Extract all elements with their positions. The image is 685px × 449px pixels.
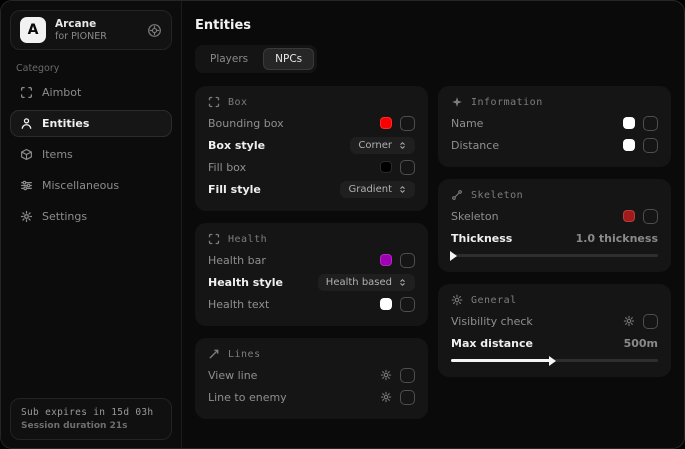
slider-thumb[interactable] xyxy=(549,356,556,366)
sub-expires-text: Sub expires in 15d 03h xyxy=(21,407,161,418)
sidebar: A Arcane for PIONER Category xyxy=(1,1,182,448)
health-bar-checkbox[interactable] xyxy=(400,253,415,268)
entity-type-tabs: Players NPCs xyxy=(195,45,317,73)
distance-checkbox[interactable] xyxy=(643,138,658,153)
entity-person-icon xyxy=(19,117,33,130)
card-title: Information xyxy=(471,97,543,108)
view-line-checkbox[interactable] xyxy=(400,368,415,383)
color-swatch[interactable] xyxy=(380,254,392,266)
package-icon xyxy=(19,148,33,161)
card-lines: Lines View line Line to enemy xyxy=(195,338,428,419)
sidebar-item-label: Aimbot xyxy=(42,86,81,99)
chevron-up-down-icon xyxy=(398,185,407,194)
color-swatch[interactable] xyxy=(380,161,392,173)
card-box: Box Bounding box Box style Corner xyxy=(195,86,428,211)
app-logo: A xyxy=(20,17,46,43)
color-swatch[interactable] xyxy=(623,117,635,129)
sidebar-item-label: Settings xyxy=(42,210,87,223)
card-title: Box xyxy=(228,97,248,108)
fill-style-select[interactable]: Gradient xyxy=(340,181,415,198)
card-title: Skeleton xyxy=(471,190,523,201)
health-style-select[interactable]: Health based xyxy=(318,274,415,291)
gear-icon[interactable] xyxy=(623,315,635,327)
sun-icon xyxy=(451,294,463,306)
setting-row-health-bar: Health bar xyxy=(208,249,415,271)
sidebar-item-entities[interactable]: Entities xyxy=(10,110,172,137)
card-skeleton: Skeleton Skeleton Thickness 1.0 thicknes… xyxy=(438,179,671,272)
name-checkbox[interactable] xyxy=(643,116,658,131)
sidebar-item-label: Entities xyxy=(42,117,89,130)
chevron-up-down-icon xyxy=(398,278,407,287)
color-swatch[interactable] xyxy=(380,117,392,129)
setting-row-box-style: Box style Corner xyxy=(208,134,415,156)
card-health: Health Health bar Health style Health ba… xyxy=(195,223,428,326)
setting-row-fill-style: Fill style Gradient xyxy=(208,178,415,200)
sidebar-item-miscellaneous[interactable]: Miscellaneous xyxy=(10,172,172,199)
sparkle-icon xyxy=(451,96,463,108)
tab-npcs[interactable]: NPCs xyxy=(263,48,314,70)
color-swatch[interactable] xyxy=(380,298,392,310)
selection-brackets-icon xyxy=(208,233,220,245)
max-distance-slider[interactable] xyxy=(451,359,658,362)
setting-row-health-text: Health text xyxy=(208,293,415,315)
chevron-up-down-icon xyxy=(398,141,407,150)
card-general: General Visibility check Max distance xyxy=(438,284,671,377)
card-title: Health xyxy=(228,234,267,245)
thickness-slider[interactable] xyxy=(451,254,658,257)
sidebar-item-label: Items xyxy=(42,148,73,161)
diagonal-line-icon xyxy=(208,348,220,360)
setting-row-skeleton: Skeleton xyxy=(451,205,658,227)
color-swatch[interactable] xyxy=(623,139,635,151)
app-logo-card: A Arcane for PIONER xyxy=(10,10,172,50)
sidebar-item-settings[interactable]: Settings xyxy=(10,203,172,230)
app-subtitle: for PIONER xyxy=(55,31,107,43)
slider-thumb[interactable] xyxy=(450,251,457,261)
crosshair-scan-icon xyxy=(19,86,33,99)
setting-row-bounding-box: Bounding box xyxy=(208,112,415,134)
setting-row-name: Name xyxy=(451,112,658,134)
selection-brackets-icon xyxy=(208,96,220,108)
subscription-info-card: Sub expires in 15d 03h Session duration … xyxy=(10,398,172,440)
category-label: Category xyxy=(16,63,172,74)
sliders-icon xyxy=(19,179,33,192)
setting-row-fill-box: Fill box xyxy=(208,156,415,178)
visibility-check-checkbox[interactable] xyxy=(643,314,658,329)
max-distance-value: 500m xyxy=(624,337,658,350)
gear-icon[interactable] xyxy=(147,23,162,38)
app-window: A Arcane for PIONER Category xyxy=(0,0,685,449)
box-style-select[interactable]: Corner xyxy=(350,137,415,154)
app-name: Arcane xyxy=(55,18,107,31)
setting-row-visibility-check: Visibility check xyxy=(451,310,658,332)
fill-box-checkbox[interactable] xyxy=(400,160,415,175)
setting-row-view-line: View line xyxy=(208,364,415,386)
setting-row-thickness: Thickness 1.0 thickness xyxy=(451,227,658,249)
bone-icon xyxy=(451,189,463,201)
setting-row-distance: Distance xyxy=(451,134,658,156)
color-swatch[interactable] xyxy=(623,210,635,222)
skeleton-checkbox[interactable] xyxy=(643,209,658,224)
session-duration-text: Session duration 21s xyxy=(21,421,161,431)
card-title: Lines xyxy=(228,349,261,360)
sidebar-item-label: Miscellaneous xyxy=(42,179,119,192)
setting-row-health-style: Health style Health based xyxy=(208,271,415,293)
sidebar-item-aimbot[interactable]: Aimbot xyxy=(10,79,172,106)
sidebar-item-items[interactable]: Items xyxy=(10,141,172,168)
tab-players[interactable]: Players xyxy=(198,48,260,70)
sidebar-nav: Aimbot Entities Items xyxy=(10,79,172,230)
gear-icon[interactable] xyxy=(380,391,392,403)
page-title: Entities xyxy=(195,18,671,33)
setting-row-max-distance: Max distance 500m xyxy=(451,332,658,354)
main-content: Entities Players NPCs Box xyxy=(182,1,684,448)
gear-icon[interactable] xyxy=(380,369,392,381)
bounding-box-checkbox[interactable] xyxy=(400,116,415,131)
thickness-value: 1.0 thickness xyxy=(576,232,658,245)
card-title: General xyxy=(471,295,517,306)
setting-row-line-to-enemy: Line to enemy xyxy=(208,386,415,408)
card-information: Information Name Distance xyxy=(438,86,671,167)
health-text-checkbox[interactable] xyxy=(400,297,415,312)
gear-icon xyxy=(19,210,33,223)
app-logo-letter: A xyxy=(28,22,39,38)
line-to-enemy-checkbox[interactable] xyxy=(400,390,415,405)
